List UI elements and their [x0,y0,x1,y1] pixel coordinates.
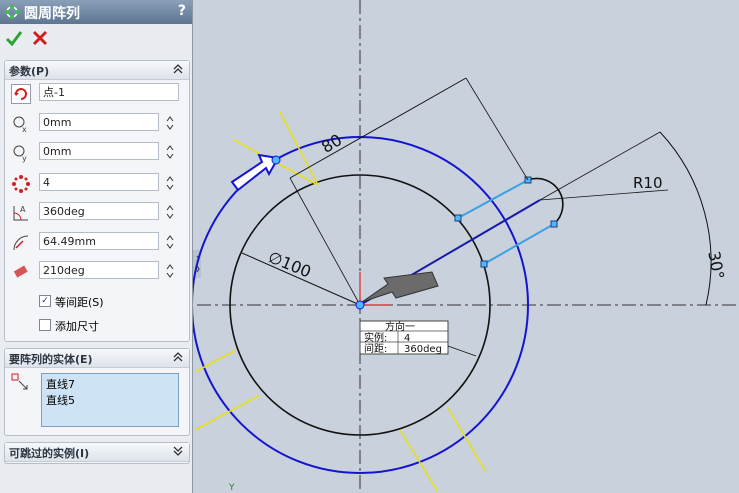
rotation-input[interactable]: 210deg [39,261,159,279]
panel-title: 圆周阵列 [24,6,80,22]
property-manager-panel: 圆周阵列 ? 参数(P) 点-1 x 0mm y 0mm 4 A 360deg … [0,0,193,493]
collapse-chevron-icon[interactable] [171,62,185,76]
svg-text:x: x [22,125,27,134]
radius-row: 64.49mm [5,230,189,254]
callout-spacing-label: 间距: [364,342,387,355]
angle-icon: A [11,203,31,223]
callout-title: 方向一 [385,320,415,333]
rotation-spinner-icon[interactable] [165,261,175,281]
sketch-canvas[interactable]: 80 ∅100 R10 30° 方向一 实例: 4 间距: 360deg Y [193,0,739,493]
circular-pattern-icon [4,4,20,20]
radius-input[interactable]: 64.49mm [39,232,159,250]
entities-header-label: 要阵列的实体(E) [9,353,93,366]
list-item[interactable]: 直线7 [46,376,178,392]
angle-row: A 360deg [5,200,189,224]
rotation-row: 210deg [5,259,189,283]
angle-spinner-icon[interactable] [165,202,175,222]
x-coordinate-icon: x [11,114,31,134]
list-item[interactable]: 直线5 [46,392,178,408]
equal-spacing-label: 等间距(S) [55,296,104,309]
sketch-point[interactable] [454,214,462,222]
parameters-header[interactable]: 参数(P) [5,61,189,80]
entities-group: 要阵列的实体(E) 直线7 直线5 [4,348,190,436]
entities-list[interactable]: 直线7 直线5 [41,373,179,427]
skip-instances-header[interactable]: 可跳过的实例(I) [5,443,189,462]
y-coord-row: y 0mm [5,140,189,164]
radius-icon [11,233,31,253]
instance-count-row: 4 [5,171,189,195]
instance-count-input[interactable]: 4 [39,173,159,191]
svg-text:A: A [20,205,26,214]
entities-header[interactable]: 要阵列的实体(E) [5,349,189,368]
skip-instances-header-label: 可跳过的实例(I) [9,447,90,460]
add-dimension-label: 添加尺寸 [55,320,99,333]
y-spinner-icon[interactable] [165,142,175,162]
canvas-background [193,0,739,493]
panel-titlebar: 圆周阵列 ? [0,0,192,24]
svg-text:y: y [22,154,27,163]
pattern-callout[interactable]: 方向一 实例: 4 间距: 360deg [359,320,449,355]
expand-chevron-icon[interactable] [171,444,185,458]
callout-spacing-value[interactable]: 360deg [404,344,442,355]
x-coord-row: x 0mm [5,111,189,135]
center-point-field[interactable]: 点-1 [39,83,179,101]
collapse-chevron-icon[interactable] [171,350,185,364]
sketch-point[interactable] [480,260,488,268]
parameters-group: 参数(P) 点-1 x 0mm y 0mm 4 A 360deg 64.49mm… [4,60,190,342]
ok-button[interactable] [4,28,24,48]
y-coordinate-icon: y [11,143,31,163]
skip-instances-group: 可跳过的实例(I) [4,442,190,464]
sketch-point[interactable] [550,220,558,228]
radius-spinner-icon[interactable] [165,232,175,252]
callout-count-label: 实例: [364,331,387,344]
triad-y-label: Y [228,483,235,493]
equal-spacing-checkbox[interactable]: ✓ 等间距(S) [39,293,189,309]
x-spinner-icon[interactable] [165,113,175,133]
instance-count-icon [11,174,31,194]
y-coordinate-input[interactable]: 0mm [39,142,159,160]
center-point[interactable] [355,300,365,310]
dim-r10-label[interactable]: R10 [633,174,663,192]
checkmark-icon: ✓ [39,295,51,307]
empty-checkbox-icon [39,319,51,331]
help-button[interactable]: ? [178,3,186,19]
cancel-button[interactable] [30,28,50,48]
reverse-direction-icon[interactable] [11,84,31,104]
center-point-row: 点-1 [5,81,189,105]
select-entities-icon [11,373,31,393]
count-spinner-icon[interactable] [165,173,175,193]
rotation-angle-icon [11,262,31,282]
add-dimension-checkbox[interactable]: 添加尺寸 [39,317,189,333]
parameters-header-label: 参数(P) [9,65,50,78]
radius-handle-point[interactable] [271,155,281,165]
x-coordinate-input[interactable]: 0mm [39,113,159,131]
callout-count-value[interactable]: 4 [404,333,410,344]
angle-input[interactable]: 360deg [39,202,159,220]
